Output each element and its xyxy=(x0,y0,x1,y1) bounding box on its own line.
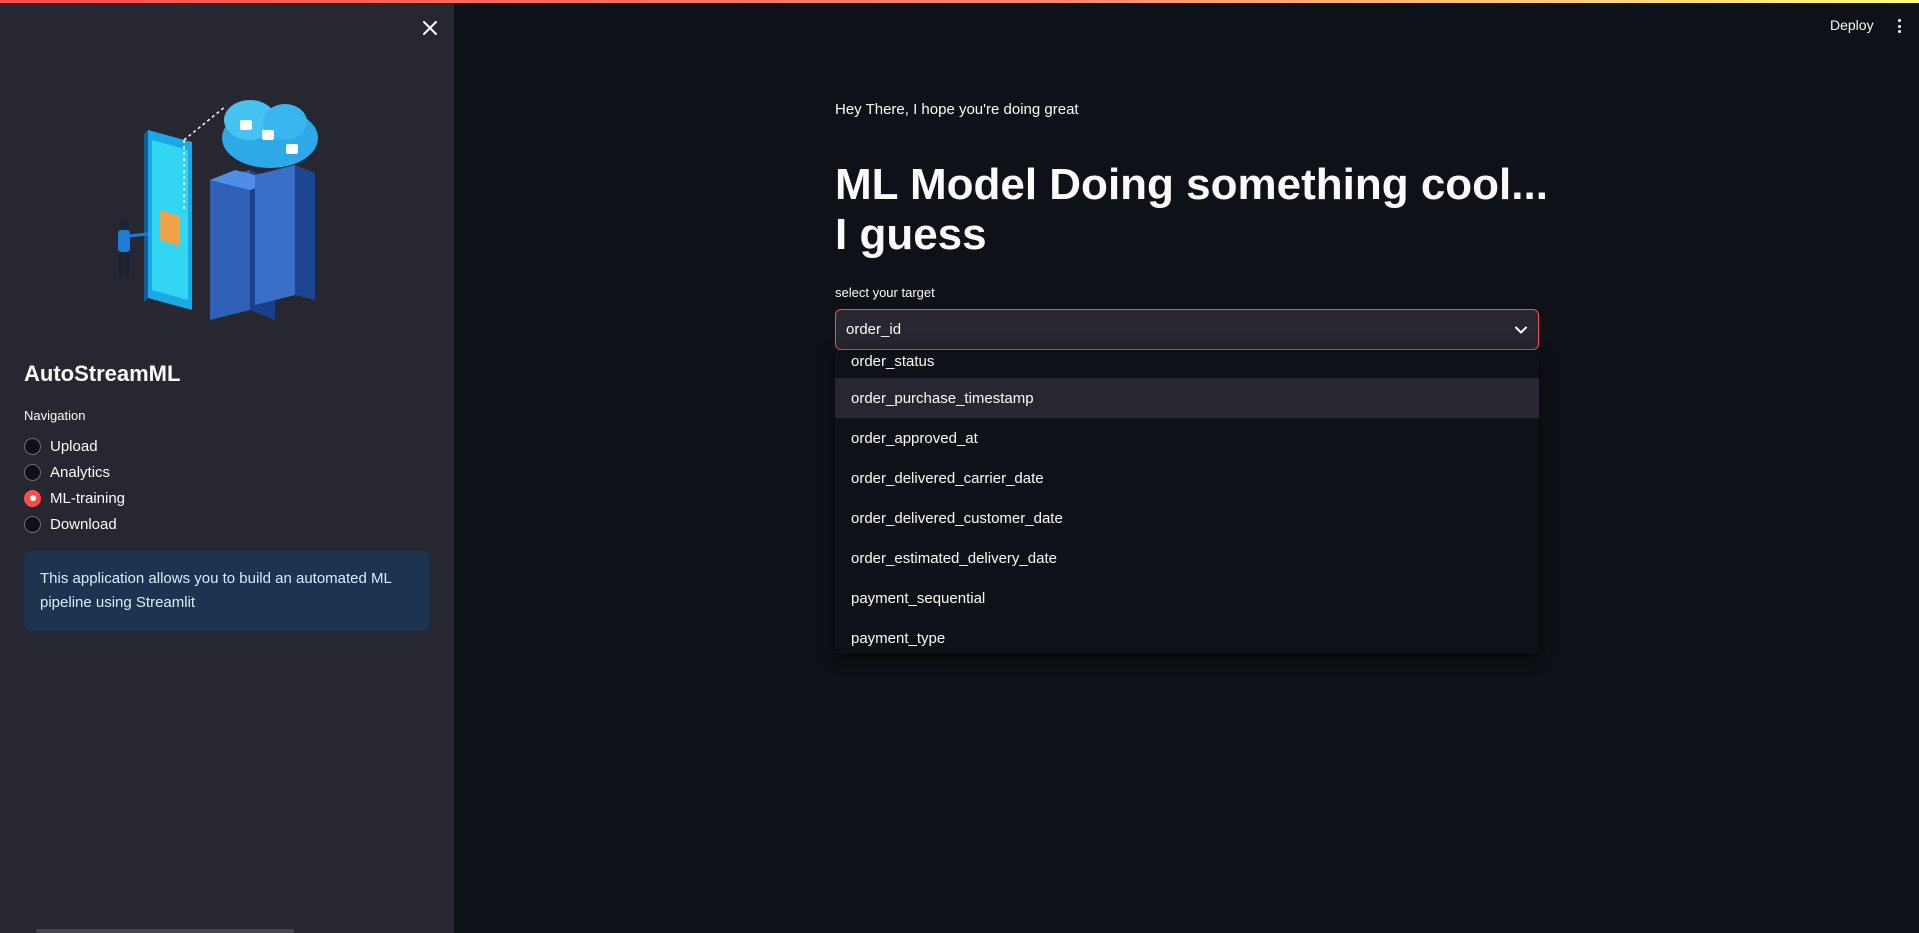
navigation-radio-group: Upload Analytics ML-training Download xyxy=(24,433,125,537)
info-box: This application allows you to build an … xyxy=(24,551,430,631)
horizontal-scrollbar[interactable] xyxy=(36,929,294,933)
nav-item-label: Download xyxy=(50,515,117,533)
nav-item-label: ML-training xyxy=(50,489,126,507)
dropdown-option[interactable]: order_delivered_customer_date xyxy=(835,498,1539,538)
dropdown-option[interactable]: payment_type xyxy=(835,618,1539,653)
nav-item-upload[interactable]: Upload xyxy=(24,433,125,459)
dropdown-option[interactable]: order_purchase_timestamp xyxy=(835,378,1539,418)
dropdown-option[interactable]: order_approved_at xyxy=(835,418,1539,458)
select-label: select your target xyxy=(835,285,935,300)
radio-unchecked-icon[interactable] xyxy=(24,463,41,481)
dropdown-option[interactable]: order_estimated_delivery_date xyxy=(835,538,1539,578)
target-select[interactable]: order_id xyxy=(835,309,1539,350)
close-sidebar-button[interactable] xyxy=(418,16,442,40)
selected-value: order_id xyxy=(846,321,902,338)
nav-item-label: Analytics xyxy=(50,463,111,481)
nav-item-download[interactable]: Download xyxy=(24,511,125,537)
close-icon xyxy=(423,21,437,35)
chevron-down-icon xyxy=(1514,323,1528,337)
target-dropdown-list: order_status order_purchase_timestamp or… xyxy=(835,350,1539,653)
main-menu-button[interactable] xyxy=(1894,16,1904,36)
nav-item-label: Upload xyxy=(50,437,98,455)
radio-unchecked-icon[interactable] xyxy=(24,515,41,533)
kebab-dot-icon xyxy=(1897,24,1901,28)
dropdown-option[interactable]: payment_sequential xyxy=(835,578,1539,618)
radio-checked-icon[interactable] xyxy=(24,489,41,507)
nav-item-ml-training[interactable]: ML-training xyxy=(24,485,125,511)
greeting-text: Hey There, I hope you're doing great xyxy=(835,101,1079,118)
nav-item-analytics[interactable]: Analytics xyxy=(24,459,125,485)
radio-unchecked-icon[interactable] xyxy=(24,437,41,455)
page-title: ML Model Doing something cool... I guess xyxy=(835,160,1548,259)
dropdown-option[interactable]: order_status xyxy=(835,350,1539,378)
kebab-dot-icon xyxy=(1897,19,1901,22)
app-title: AutoStreamML xyxy=(24,361,181,386)
navigation-label: Navigation xyxy=(24,408,86,423)
sidebar: AutoStreamML Navigation Upload Analytics… xyxy=(0,0,454,933)
dropdown-option[interactable]: order_delivered_carrier_date xyxy=(835,458,1539,498)
deploy-button[interactable]: Deploy xyxy=(1830,17,1874,33)
cloud-server-illustration xyxy=(118,100,318,320)
top-decoration-stripe xyxy=(0,0,1919,3)
kebab-dot-icon xyxy=(1897,30,1901,33)
